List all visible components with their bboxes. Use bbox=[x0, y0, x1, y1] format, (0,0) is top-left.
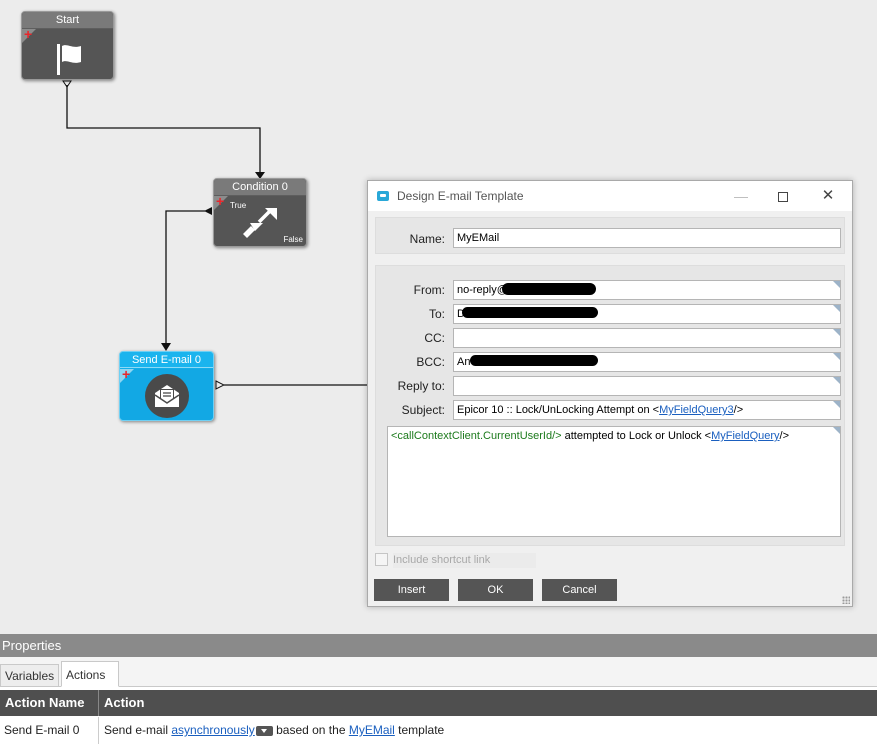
email-body-editor[interactable]: <callContextClient.CurrentUserId/> attem… bbox=[387, 426, 841, 537]
output-port-icon[interactable] bbox=[62, 80, 72, 88]
add-icon[interactable]: + bbox=[122, 367, 130, 381]
add-icon[interactable]: + bbox=[216, 194, 224, 208]
redirect-arrow-icon bbox=[243, 208, 277, 238]
add-icon[interactable]: + bbox=[24, 27, 32, 41]
tab-actions[interactable]: Actions bbox=[61, 661, 119, 687]
resize-grip[interactable] bbox=[842, 596, 850, 604]
cancel-button[interactable]: Cancel bbox=[542, 579, 617, 601]
tab-variables[interactable]: Variables bbox=[0, 664, 60, 687]
include-shortcut-checkbox[interactable] bbox=[375, 553, 388, 566]
flag-icon bbox=[57, 44, 81, 75]
cc-field[interactable] bbox=[453, 328, 841, 348]
minimize-button[interactable]: — bbox=[726, 185, 756, 207]
include-shortcut-label: Include shortcut link bbox=[393, 553, 536, 568]
dialog-title: Design E-mail Template bbox=[397, 189, 524, 203]
action-suffix: template bbox=[394, 723, 445, 737]
redaction-mark bbox=[462, 307, 598, 318]
from-field-value: no-reply@ bbox=[457, 284, 508, 296]
name-label: Name: bbox=[409, 232, 445, 246]
close-button[interactable]: ✕ bbox=[813, 185, 843, 207]
column-header-action[interactable]: Action bbox=[99, 690, 877, 716]
output-port-icon[interactable] bbox=[215, 380, 225, 390]
envelope-icon bbox=[145, 374, 189, 418]
false-port-label: False bbox=[283, 235, 303, 244]
body-field-query-link[interactable]: MyFieldQuery bbox=[711, 430, 779, 442]
redaction-mark bbox=[502, 283, 596, 295]
properties-tabs: Variables Actions bbox=[0, 657, 877, 687]
name-panel: Name: MyEMail bbox=[375, 217, 845, 254]
email-fields-panel: From: no-reply@ To: D CC: BCC: An Reply … bbox=[375, 265, 845, 546]
subject-label: Subject: bbox=[401, 403, 445, 417]
subject-field-query-link[interactable]: MyFieldQuery3 bbox=[659, 404, 734, 416]
design-email-template-dialog: Design E-mail Template — ✕ Name: MyEMail… bbox=[367, 180, 853, 607]
condition-node[interactable]: Condition 0 + True False bbox=[213, 178, 307, 247]
action-cell[interactable]: Send e-mail asynchronously based on the … bbox=[99, 717, 877, 744]
reply-to-label: Reply to: bbox=[397, 379, 445, 393]
from-label: From: bbox=[413, 283, 445, 297]
true-port-icon[interactable] bbox=[203, 206, 213, 216]
ok-button[interactable]: OK bbox=[458, 579, 533, 601]
name-field[interactable]: MyEMail bbox=[453, 228, 841, 248]
column-header-action-name[interactable]: Action Name bbox=[0, 690, 99, 716]
bcc-label: BCC: bbox=[416, 355, 445, 369]
body-suffix: /> bbox=[779, 430, 790, 442]
send-email-node[interactable]: Send E-mail 0 + bbox=[119, 351, 214, 421]
send-email-node-title: Send E-mail 0 bbox=[120, 352, 213, 368]
properties-panel: Properties Variables Actions Action Name… bbox=[0, 634, 877, 744]
dialog-titlebar[interactable]: Design E-mail Template — ✕ bbox=[368, 181, 852, 211]
reply-to-field[interactable] bbox=[453, 376, 841, 396]
template-link[interactable]: MyEMail bbox=[349, 723, 395, 737]
action-prefix: Send e-mail bbox=[104, 723, 172, 737]
subject-suffix: /> bbox=[733, 404, 744, 416]
connector-start-condition bbox=[66, 85, 261, 174]
action-name-cell[interactable]: Send E-mail 0 bbox=[0, 717, 99, 744]
to-label: To: bbox=[428, 307, 445, 321]
maximize-button[interactable] bbox=[768, 185, 798, 207]
subject-prefix: Epicor 10 :: Lock/UnLocking Attempt on < bbox=[457, 404, 660, 416]
start-node-title: Start bbox=[22, 12, 113, 28]
bcc-field-value: An bbox=[457, 356, 471, 368]
body-middle-text: attempted to Lock or Unlock < bbox=[561, 430, 712, 442]
subject-field[interactable]: Epicor 10 :: Lock/UnLocking Attempt on <… bbox=[453, 400, 841, 420]
insert-button[interactable]: Insert bbox=[374, 579, 449, 601]
dropdown-arrow-icon[interactable] bbox=[255, 726, 273, 736]
cc-label: CC: bbox=[424, 331, 445, 345]
action-middle: based on the bbox=[272, 723, 349, 737]
condition-node-title: Condition 0 bbox=[214, 179, 306, 195]
maximize-icon bbox=[778, 192, 788, 203]
connector-arrowhead bbox=[161, 343, 171, 351]
asynchronously-link[interactable]: asynchronously bbox=[171, 723, 254, 737]
start-node[interactable]: Start + bbox=[21, 11, 114, 80]
properties-header: Properties bbox=[0, 634, 877, 657]
app-icon bbox=[377, 191, 389, 201]
connector-condition-send bbox=[165, 210, 205, 346]
body-user-tag: <callContextClient.CurrentUserId/> bbox=[391, 430, 562, 442]
redaction-mark bbox=[470, 355, 598, 366]
